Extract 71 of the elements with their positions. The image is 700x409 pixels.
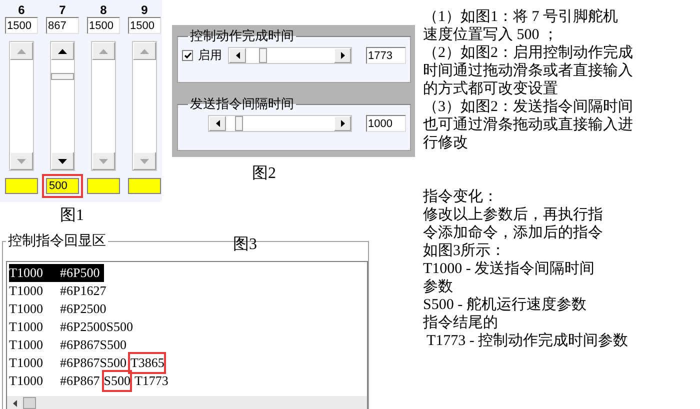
note-line: 的方式都可改变设置 <box>423 80 559 98</box>
figure-caption: 图2 <box>252 164 277 184</box>
slider-thumb[interactable] <box>51 73 74 80</box>
figure-caption: 图3 <box>233 235 257 255</box>
note-line: 指令变化： <box>423 188 499 206</box>
position-field[interactable]: 1500 <box>128 17 161 34</box>
group-title: 发送指令间隔时间 <box>189 95 295 113</box>
note-line: 时间通过拖动滑条或者直接输入 <box>423 62 634 80</box>
horizontal-slider[interactable] <box>208 115 352 132</box>
speed-field[interactable]: 500 <box>46 178 79 194</box>
vertical-slider[interactable] <box>132 41 157 171</box>
command-row[interactable]: T1000 #6P2500S500 <box>9 318 137 336</box>
time-field[interactable]: 1000 <box>366 115 406 132</box>
note-line: 指令结尾的 <box>423 314 499 332</box>
scrollbar-thumb[interactable] <box>23 397 36 409</box>
horizontal-scrollbar[interactable] <box>7 396 367 409</box>
down-arrow-icon <box>58 158 67 164</box>
up-arrow-icon <box>99 48 108 54</box>
checkmark-icon <box>184 52 192 59</box>
note-line: 令添加命令，添加后的指令 <box>423 224 604 242</box>
down-arrow-icon <box>99 158 108 164</box>
position-field[interactable]: 867 <box>46 17 79 34</box>
enable-checkbox[interactable]: 启用 <box>182 47 222 64</box>
right-arrow-icon <box>340 52 344 59</box>
note-line: （2）如图2：启用控制动作完成 <box>423 44 634 62</box>
vertical-slider[interactable] <box>9 41 34 171</box>
slider-thumb[interactable] <box>235 116 244 131</box>
speed-field[interactable] <box>5 178 38 194</box>
note-line: T1773 - 控制动作完成时间参数 <box>425 332 630 350</box>
right-arrow-icon <box>340 120 344 127</box>
note-line: 如图3所示： <box>423 242 506 260</box>
command-row[interactable]: T1000 #6P2500 <box>9 300 110 318</box>
group-title: 控制指令回显区 <box>7 232 107 250</box>
note-line: T1000 - 发送指令间隔时间 <box>423 260 596 278</box>
figure-caption: 图1 <box>60 206 85 226</box>
vertical-slider[interactable] <box>91 41 116 171</box>
note-line: S500 - 舵机运行速度参数 <box>423 296 588 314</box>
down-arrow-icon <box>17 158 26 164</box>
up-arrow-icon <box>58 48 67 54</box>
up-arrow-icon <box>140 48 149 54</box>
note-line: （1）如图1：将 7 号引脚舵机 <box>423 8 619 26</box>
up-arrow-icon <box>17 48 26 54</box>
servo-number: 9 <box>141 3 148 17</box>
note-line: 行修改 <box>423 134 469 152</box>
servo-number: 8 <box>100 3 107 17</box>
note-line: 参数 <box>423 278 454 296</box>
servo-number: 6 <box>18 3 25 17</box>
down-arrow-icon <box>140 158 149 164</box>
left-arrow-icon <box>216 120 220 127</box>
position-field[interactable]: 1500 <box>87 17 120 34</box>
command-row[interactable]: T1000 #6P500 <box>9 264 104 282</box>
command-row[interactable]: T1000 #6P1627 <box>9 282 110 300</box>
note-line: 速度位置写入 500 ； <box>423 26 559 44</box>
slider-thumb[interactable] <box>259 48 268 63</box>
horizontal-slider[interactable] <box>228 47 352 64</box>
note-line: 修改以上参数后，再执行指 <box>423 206 604 224</box>
speed-field[interactable] <box>128 178 161 194</box>
command-row[interactable]: T1000 #6P867 S500 T1773 <box>9 372 172 390</box>
command-row[interactable]: T1000 #6P867S500 <box>9 336 130 354</box>
group-title: 控制动作完成时间 <box>189 27 295 45</box>
left-arrow-icon <box>13 400 17 406</box>
note-line: 也可通过滑条拖动或直接输入进 <box>423 116 634 134</box>
left-arrow-icon <box>236 52 240 59</box>
command-row[interactable]: T1000 #6P867S500 T3865 <box>9 354 168 372</box>
speed-field[interactable] <box>87 178 120 194</box>
note-line: （3）如图2：发送指令间隔时间 <box>423 98 634 116</box>
servo-number: 7 <box>59 3 66 17</box>
checkbox[interactable] <box>182 50 193 61</box>
position-field[interactable]: 1500 <box>5 17 38 34</box>
vertical-slider[interactable] <box>50 41 75 171</box>
time-field[interactable]: 1773 <box>366 47 406 64</box>
